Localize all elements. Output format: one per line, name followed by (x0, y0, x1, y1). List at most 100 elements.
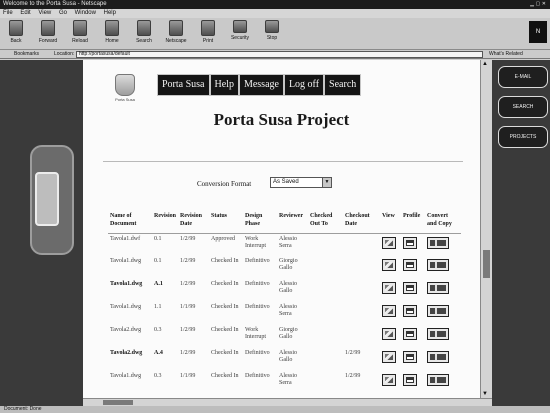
convert-copy-button[interactable] (427, 351, 450, 363)
menu-file[interactable]: File (3, 10, 13, 16)
cell-view (380, 279, 401, 302)
cell-design-phase: Definitivo (245, 258, 270, 264)
cell-status: Checked In (211, 373, 239, 379)
convert-copy-button[interactable] (427, 374, 450, 386)
horizontal-scroll-thumb[interactable] (103, 400, 133, 405)
cell-revision-date: 1/1/99 (180, 304, 196, 310)
netscape-throbber-icon[interactable]: N (529, 21, 547, 43)
documents-table: Name of Document Revision Revision Date … (108, 212, 462, 394)
profile-button[interactable] (403, 305, 418, 317)
cell-reviewer: Giorgio Gallo (279, 327, 298, 340)
convert-copy-button[interactable] (427, 282, 450, 294)
profile-icon (406, 285, 415, 291)
window-title-bar: Welcome to the Porta Susa - Netscape ▁ ▢… (0, 0, 550, 9)
convert-copy-icon (430, 354, 447, 360)
cell-status: Checked In (211, 350, 239, 356)
whats-related-button[interactable]: What's Related (489, 50, 523, 59)
profile-button[interactable] (403, 374, 418, 386)
menu-view[interactable]: View (38, 10, 51, 16)
cell-document-name: Tavola1.dwg (110, 281, 143, 287)
cell-checked-out-to (308, 348, 343, 371)
view-button[interactable] (382, 305, 397, 317)
table-row: Tavola2.dwg A.4 1/2/99 Checked In Definitivo… (108, 348, 461, 371)
scroll-thumb[interactable] (483, 250, 490, 278)
view-button[interactable] (382, 236, 397, 249)
scroll-up-icon[interactable]: ▲ (482, 61, 488, 67)
tab-email[interactable]: E-MAIL (498, 66, 548, 88)
view-icon (385, 308, 394, 314)
convert-copy-button[interactable] (427, 305, 450, 317)
chevron-down-icon[interactable]: ▼ (322, 178, 331, 187)
conversion-format-select[interactable]: As Saved ▼ (270, 177, 332, 188)
profile-button[interactable] (403, 351, 418, 363)
cell-view (380, 256, 401, 279)
cell-revision-date: 1/2/99 (180, 235, 196, 242)
cell-reviewer: Giorgio Gallo (279, 258, 298, 271)
menu-go[interactable]: Go (59, 10, 67, 16)
lock-icon (233, 20, 247, 33)
view-button[interactable] (382, 374, 397, 386)
nav-search[interactable]: Search (324, 74, 362, 96)
menu-help[interactable]: Help (104, 10, 116, 16)
reload-button[interactable]: Reload (66, 20, 94, 44)
col-name: Name of Document (108, 212, 152, 234)
table-row: Tavola2.dwg 0.3 1/2/99 Checked In Work Inter… (108, 325, 461, 348)
menu-window[interactable]: Window (75, 10, 96, 16)
forward-button[interactable]: Forward (34, 20, 62, 44)
scroll-down-icon[interactable]: ▼ (482, 391, 488, 397)
site-logo-text: Porta Susa (115, 97, 135, 102)
print-button[interactable]: Print (194, 20, 222, 44)
view-icon (385, 331, 394, 337)
cell-revision: 0.1 (154, 258, 162, 264)
cell-revision: 0.1 (154, 235, 162, 242)
profile-icon (406, 239, 415, 246)
col-checked-out-to: Checked Out To (308, 212, 344, 234)
url-field[interactable]: http://portasusa/default (76, 51, 483, 58)
table-row: Tavola1.dwg 0.3 1/1/99 Checked In Definitivo… (108, 371, 461, 394)
back-button[interactable]: Back (2, 20, 30, 44)
conversion-format-label: Conversion Format (197, 180, 252, 188)
col-convert-copy: Convert and Copy (425, 212, 462, 234)
profile-button[interactable] (403, 236, 418, 249)
cell-checkout-date (343, 256, 380, 279)
convert-copy-button[interactable] (427, 328, 450, 340)
vertical-scrollbar[interactable]: ▲ ▼ (480, 60, 492, 398)
convert-copy-button[interactable] (427, 236, 450, 249)
view-button[interactable] (382, 259, 397, 271)
stop-button[interactable]: Stop (258, 20, 286, 41)
netscape-button[interactable]: Netscape (162, 20, 190, 44)
security-button[interactable]: Security (226, 20, 254, 41)
cell-profile (401, 348, 425, 371)
cell-profile (401, 302, 425, 325)
profile-button[interactable] (403, 259, 418, 271)
convert-copy-button[interactable] (427, 259, 450, 271)
nav-message[interactable]: Message (238, 74, 284, 96)
search-button[interactable]: Search (130, 20, 158, 44)
nav-porta-susa[interactable]: Porta Susa (157, 74, 210, 96)
col-revision: Revision (152, 212, 179, 234)
nav-help[interactable]: Help (209, 74, 239, 96)
home-button[interactable]: Home (98, 20, 126, 44)
view-button[interactable] (382, 328, 397, 340)
horizontal-scrollbar[interactable] (83, 398, 492, 406)
window-controls[interactable]: ▁ ▢ ✕ (530, 0, 546, 9)
profile-button[interactable] (403, 328, 418, 340)
cell-revision: 0.3 (154, 327, 162, 333)
reload-icon (73, 20, 87, 36)
cell-checked-out-to (308, 233, 343, 256)
cell-convert (425, 233, 461, 256)
profile-button[interactable] (403, 282, 418, 294)
home-icon (105, 20, 119, 36)
forward-arrow-icon (41, 20, 55, 36)
bookmarks-button[interactable]: Bookmarks (14, 50, 39, 59)
search-icon (137, 20, 151, 36)
col-view: View (380, 212, 402, 234)
nav-log-off[interactable]: Log off (283, 74, 325, 96)
cell-revision: 0.3 (154, 373, 162, 379)
cell-checkout-date: 1/2/99 (345, 350, 361, 356)
view-button[interactable] (382, 282, 397, 294)
menu-edit[interactable]: Edit (20, 10, 30, 16)
tab-projects[interactable]: PROJECTS (498, 126, 548, 148)
view-button[interactable] (382, 351, 397, 363)
tab-search[interactable]: SEARCH (498, 96, 548, 118)
